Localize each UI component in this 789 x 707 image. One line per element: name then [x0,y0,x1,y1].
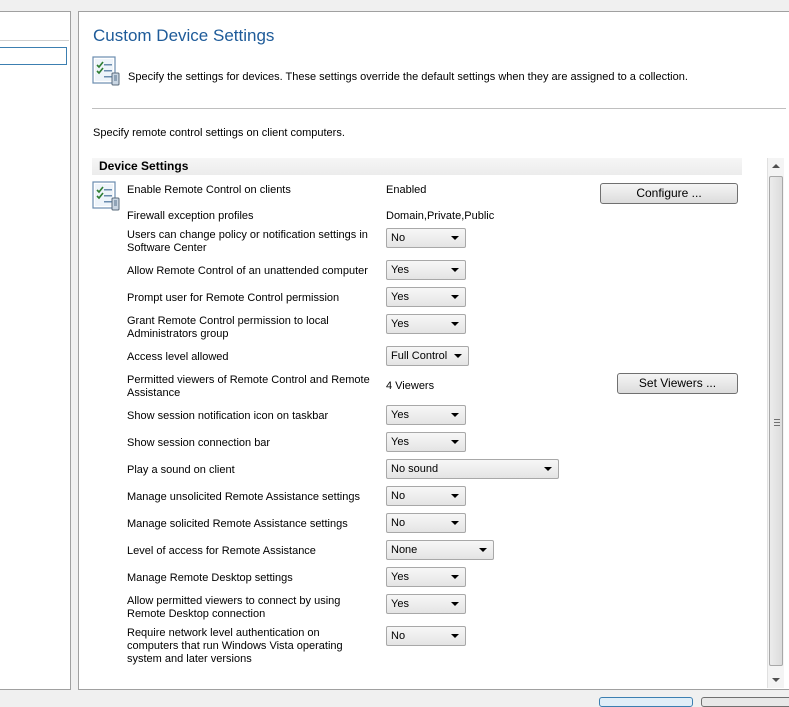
solicited-ra-label: Manage solicited Remote Assistance setti… [127,518,348,530]
prompt-permission-dropdown[interactable]: Yes [386,287,466,307]
chevron-down-icon [451,236,459,240]
settings-checklist-icon [92,56,120,86]
scroll-up-icon[interactable] [772,164,780,168]
chevron-down-icon [451,634,459,638]
notification-icon-selected: Yes [391,409,409,421]
unattended-dropdown[interactable]: Yes [386,260,466,280]
set-viewers-button[interactable]: Set Viewers ... [617,373,738,394]
chevron-down-icon [451,268,459,272]
chevron-down-icon [451,322,459,326]
users-change-policy-selected: No [391,232,406,244]
chevron-down-icon [451,521,459,525]
grip-line [774,422,780,423]
header-divider [92,108,786,109]
chevron-down-icon [454,354,462,358]
navigation-divider [0,40,69,41]
notification-icon-label: Show session notification icon on taskba… [127,410,329,422]
notification-icon-dropdown[interactable]: Yes [386,405,466,425]
connection-bar-selected: Yes [391,436,409,448]
play-sound-dropdown[interactable]: No sound [386,459,559,479]
navigation-pane [0,11,71,690]
chevron-down-icon [451,575,459,579]
connection-bar-dropdown[interactable]: Yes [386,432,466,452]
unattended-selected: Yes [391,264,409,276]
remote-desktop-selected: Yes [391,571,409,583]
chevron-down-icon [479,548,487,552]
viewers-rdp-selected: Yes [391,598,409,610]
access-level-label: Access level allowed [127,351,229,363]
unsolicited-ra-dropdown[interactable]: No [386,486,466,506]
play-sound-label: Play a sound on client [127,464,235,476]
page-description: Specify the settings for devices. These … [128,71,688,83]
chevron-down-icon [451,494,459,498]
solicited-ra-dropdown[interactable]: No [386,513,466,533]
ok-button[interactable] [599,697,693,707]
viewers-rdp-dropdown[interactable]: Yes [386,594,466,614]
access-level-dropdown[interactable]: Full Control [386,346,469,366]
chevron-down-icon [451,413,459,417]
users-change-policy-label: Users can change policy or notification … [127,229,368,254]
enable-remote-control-value: Enabled [386,184,427,196]
chevron-down-icon [544,467,552,471]
grip-line [774,419,780,420]
solicited-ra-selected: No [391,517,406,529]
scroll-down-icon[interactable] [772,678,780,682]
viewers-rdp-label: Allow permitted viewers to connect by us… [127,595,341,620]
nla-dropdown[interactable]: No [386,626,466,646]
grip-line [774,425,780,426]
grant-admins-selected: Yes [391,318,409,330]
vertical-scrollbar[interactable] [767,158,784,688]
permitted-viewers-value: 4 Viewers [386,380,435,392]
users-change-policy-dropdown[interactable]: No [386,228,466,248]
prompt-permission-label: Prompt user for Remote Control permissio… [127,292,340,304]
ra-access-level-dropdown[interactable]: None [386,540,494,560]
configure-button[interactable]: Configure ... [600,183,738,204]
remote-desktop-dropdown[interactable]: Yes [386,567,466,587]
chevron-down-icon [451,602,459,606]
navigation-selected-item[interactable] [0,47,67,65]
scrollbar-thumb[interactable] [769,176,783,666]
unattended-label: Allow Remote Control of an unattended co… [127,265,368,277]
enable-remote-control-label: Enable Remote Control on clients [127,184,291,196]
permitted-viewers-label: Permitted viewers of Remote Control and … [127,374,370,399]
intro-text: Specify remote control settings on clien… [93,127,345,139]
grant-admins-dropdown[interactable]: Yes [386,314,466,334]
cancel-button[interactable] [701,697,789,707]
chevron-down-icon [451,440,459,444]
chevron-down-icon [451,295,459,299]
prompt-permission-selected: Yes [391,291,409,303]
nla-label: Require network level authentication on … [127,627,343,665]
connection-bar-label: Show session connection bar [127,437,271,449]
remote-desktop-label: Manage Remote Desktop settings [127,572,293,584]
firewall-profiles-value: Domain,Private,Public [386,210,495,222]
ra-access-level-selected: None [391,544,418,556]
nla-selected: No [391,630,406,642]
ra-access-level-label: Level of access for Remote Assistance [127,545,316,557]
device-settings-icon [92,181,120,211]
settings-pane: Custom Device Settings Specify the setti… [78,11,789,690]
page-title: Custom Device Settings [93,26,275,45]
play-sound-selected: No sound [391,463,439,475]
unsolicited-ra-selected: No [391,490,406,502]
grant-admins-label: Grant Remote Control permission to local… [127,315,329,340]
firewall-profiles-label: Firewall exception profiles [127,210,254,222]
access-level-selected: Full Control [391,350,448,362]
unsolicited-ra-label: Manage unsolicited Remote Assistance set… [127,491,360,503]
section-header: Device Settings [92,158,742,175]
